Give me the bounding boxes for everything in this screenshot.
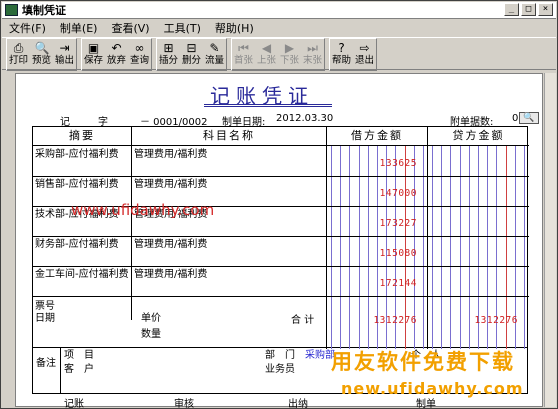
undo-icon: ↶ <box>111 41 122 55</box>
debit-amount[interactable]: 172144 <box>333 278 417 289</box>
divider <box>427 127 428 349</box>
summary-cell[interactable]: 金工车间-应付福利费 <box>35 269 130 281</box>
delete-row-icon: ⊟ <box>186 41 197 55</box>
preview-icon: 🔍 <box>34 41 50 55</box>
menu-bar: 文件(F) 制单(E) 查看(V) 工具(T) 帮助(H) <box>2 20 556 36</box>
debit-amount[interactable]: 147000 <box>333 188 417 199</box>
help-button[interactable]: ? 帮助 <box>330 39 353 70</box>
col-summary-header: 摘要 <box>33 127 131 146</box>
next-voucher-button[interactable]: ▶ 下张 <box>278 39 301 70</box>
insert-row-icon: ⊞ <box>163 41 174 55</box>
window-title: 填制凭证 <box>22 4 66 17</box>
account-cell[interactable]: 管理费用/福利费 <box>134 149 207 161</box>
reviewer-label: 审核 <box>174 399 194 409</box>
exit-button[interactable]: ⇨ 退出 <box>353 39 376 70</box>
remark-label: 备注 <box>36 358 56 369</box>
voucher-window: 填制凭证 _ □ × 文件(F) 制单(E) 查看(V) 工具(T) 帮助(H)… <box>0 0 558 409</box>
printer-icon: ⎙ <box>13 41 24 55</box>
col-account-header: 科目名称 <box>132 127 326 146</box>
bill-no-label: 票号 <box>35 301 55 312</box>
maximize-button[interactable]: □ <box>521 3 536 16</box>
last-icon: ⏭ <box>307 41 318 55</box>
watermark-bottom-cn: 用友软件免费下载 <box>331 350 515 374</box>
project-label: 项 目 <box>64 350 94 361</box>
app-icon <box>5 4 18 16</box>
delete-row-button[interactable]: ⊟ 删分 <box>180 39 203 70</box>
pencil-icon: ✎ <box>209 41 220 55</box>
total-debit: 1312276 <box>373 315 417 326</box>
customer-label: 客 户 <box>64 364 94 375</box>
watermark-bottom-url: new.ufidawhy.com <box>341 379 524 398</box>
insert-row-button[interactable]: ⊞ 插分 <box>157 39 180 70</box>
quantity-label: 数量 <box>141 329 161 340</box>
dept-label: 部 门 <box>265 350 295 361</box>
summary-cell[interactable]: 财务部-应付福利费 <box>35 239 130 251</box>
prev-icon: ◀ <box>261 41 272 55</box>
col-credit-header: 贷方金额 <box>428 127 529 146</box>
export-button[interactable]: ⇥ 输出 <box>53 39 76 70</box>
last-voucher-button[interactable]: ⏭ 末张 <box>301 39 324 70</box>
divider <box>60 348 61 394</box>
debit-amount[interactable]: 115080 <box>333 248 417 259</box>
title-underline-2 <box>204 106 332 107</box>
debit-amount[interactable]: 133625 <box>333 158 417 169</box>
menu-help[interactable]: 帮助(H) <box>208 20 261 36</box>
menu-voucher[interactable]: 制单(E) <box>53 20 105 36</box>
divider <box>326 127 327 349</box>
total-label: 合 计 <box>291 315 315 326</box>
toolbar: ⎙ 打印 🔍 预览 ⇥ 输出 ▣ 保存 ↶ 放弃 ∞ 查询 ⊞ 插分 ⊟ 删分 … <box>2 37 556 71</box>
attach-lookup-icon[interactable]: 🔍 <box>519 112 539 124</box>
voucher-grid: 摘要 科目名称 借方金额 贷方金额 采购部-应付福利费 管理费用/福利费 133… <box>32 126 529 349</box>
row-divider <box>33 266 529 267</box>
row-divider <box>33 236 529 237</box>
save-button[interactable]: ▣ 保存 <box>82 39 105 70</box>
first-voucher-button[interactable]: ⏮ 首张 <box>232 39 255 70</box>
col-debit-header: 借方金额 <box>327 127 427 146</box>
print-button[interactable]: ⎙ 打印 <box>7 39 30 70</box>
voucher-date[interactable]: 2012.03.30 <box>276 113 333 124</box>
bookkeeper-label: 记账 <box>64 399 84 409</box>
exit-door-icon: ⇨ <box>359 41 370 55</box>
next-icon: ▶ <box>284 41 295 55</box>
debit-amount[interactable]: 173227 <box>333 218 417 229</box>
first-icon: ⏮ <box>238 41 249 55</box>
watermark-top: www.ufidawhy.com <box>71 201 215 219</box>
row-divider <box>33 296 529 297</box>
minimize-button[interactable]: _ <box>504 3 519 16</box>
title-underline <box>204 104 332 105</box>
summary-cell[interactable]: 采购部-应付福利费 <box>35 149 130 161</box>
vertical-scrollbar[interactable] <box>544 73 556 407</box>
export-icon: ⇥ <box>59 41 70 55</box>
summary-cell[interactable]: 销售部-应付福利费 <box>35 179 130 191</box>
row-divider <box>33 176 529 177</box>
title-bar: 填制凭证 _ □ × <box>2 2 556 19</box>
menu-view[interactable]: 查看(V) <box>104 20 156 36</box>
account-cell[interactable]: 管理费用/福利费 <box>134 239 207 251</box>
prev-voucher-button[interactable]: ◀ 上张 <box>255 39 278 70</box>
account-cell[interactable]: 管理费用/福利费 <box>134 269 207 281</box>
menu-file[interactable]: 文件(F) <box>2 20 53 36</box>
floppy-disk-icon: ▣ <box>87 41 100 55</box>
account-cell[interactable]: 管理费用/福利费 <box>134 179 207 191</box>
attach-count[interactable]: 0 <box>512 113 518 124</box>
binoculars-icon: ∞ <box>134 41 145 55</box>
lightbulb-icon: ? <box>338 41 345 55</box>
divider <box>131 127 132 320</box>
menu-tools[interactable]: 工具(T) <box>157 20 208 36</box>
close-button[interactable]: × <box>538 3 553 16</box>
preview-button[interactable]: 🔍 预览 <box>30 39 53 70</box>
query-button[interactable]: ∞ 查询 <box>128 39 151 70</box>
unit-price-label: 单价 <box>141 313 161 324</box>
total-credit: 1312276 <box>474 315 518 326</box>
date-field-label: 日期 <box>35 313 55 324</box>
cashier-label: 出纳 <box>288 399 308 409</box>
cash-flow-button[interactable]: ✎ 流量 <box>203 39 226 70</box>
discard-button[interactable]: ↶ 放弃 <box>105 39 128 70</box>
salesman-label: 业务员 <box>265 364 295 375</box>
